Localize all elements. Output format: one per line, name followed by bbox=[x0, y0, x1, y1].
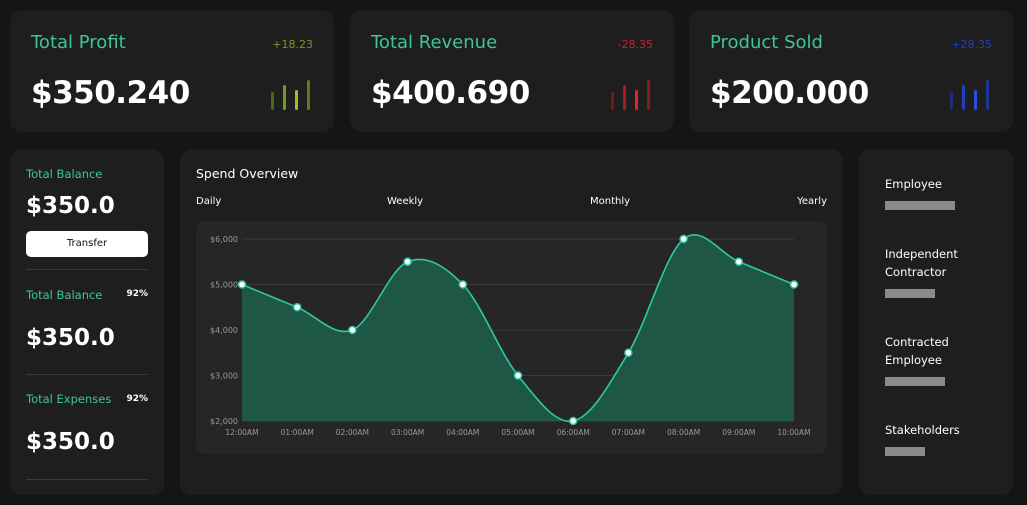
data-point bbox=[568, 416, 578, 426]
period-tab-yearly[interactable]: Yearly bbox=[797, 196, 827, 207]
stat-change: -28.35 bbox=[617, 38, 653, 51]
area-fill bbox=[242, 234, 794, 422]
divider bbox=[26, 269, 148, 270]
data-point bbox=[292, 303, 302, 312]
data-point bbox=[237, 280, 247, 289]
spend-chart: $2,000 $3,000 $4,000 $5,000 $6,000 12:00AM 01:… bbox=[196, 221, 827, 454]
stat-title: Total Revenue bbox=[371, 32, 498, 53]
stat-change: +18.23 bbox=[272, 38, 313, 51]
expenses-percent: 92% bbox=[126, 394, 148, 404]
data-point bbox=[789, 280, 799, 289]
legend-label-contracted-employee: Contracted Employee bbox=[885, 335, 949, 367]
x-tick-label: 06:00AM bbox=[557, 428, 590, 437]
data-point bbox=[624, 348, 633, 357]
x-tick-label: 10:00AM bbox=[777, 428, 810, 437]
data-point bbox=[734, 257, 744, 266]
legend-label-stakeholders: Stakeholders bbox=[885, 423, 960, 437]
bar-chart-icon bbox=[611, 80, 650, 110]
data-point bbox=[679, 234, 688, 244]
x-tick-label: 08:00AM bbox=[667, 428, 700, 437]
total-balance-value-2: $350.0 bbox=[26, 325, 115, 351]
y-tick-label: $3,000 bbox=[210, 372, 238, 381]
legend-bar-employee bbox=[885, 201, 955, 210]
total-balance-label: Total Balance bbox=[26, 167, 103, 181]
stat-card-revenue: Total Revenue -28.35 $400.690 bbox=[350, 10, 674, 132]
total-expenses-value: $350.0 bbox=[26, 429, 115, 455]
stat-card-profit: Total Profit +18.23 $350.240 bbox=[10, 10, 334, 132]
transfer-button[interactable]: Transfer bbox=[26, 231, 148, 257]
total-expenses-label: Total Expenses bbox=[26, 392, 112, 406]
data-point bbox=[458, 280, 468, 289]
stat-value: $350.240 bbox=[31, 75, 190, 111]
spend-chart-svg: $2,000 $3,000 $4,000 $5,000 $6,000 12:00AM 01:… bbox=[210, 234, 811, 437]
x-tick-label: 12:00AM bbox=[225, 428, 258, 437]
spend-overview-panel: Spend Overview Daily Weekly Monthly Year… bbox=[180, 149, 843, 495]
y-tick-label: $4,000 bbox=[210, 326, 238, 335]
divider bbox=[26, 479, 148, 480]
y-tick-label: $6,000 bbox=[210, 235, 238, 244]
x-tick-label: 02:00AM bbox=[336, 428, 369, 437]
data-point bbox=[403, 257, 412, 266]
spend-overview-title: Spend Overview bbox=[196, 166, 299, 181]
stat-card-products: Product Sold +28.35 $200.000 bbox=[689, 10, 1013, 132]
bar-chart-icon bbox=[271, 80, 310, 110]
legend-bar-independent-contractor bbox=[885, 289, 935, 298]
data-point bbox=[513, 371, 523, 380]
y-tick-label: $5,000 bbox=[210, 281, 238, 290]
stat-title: Total Profit bbox=[31, 32, 126, 53]
x-tick-label: 01:00AM bbox=[281, 428, 314, 437]
period-tab-daily[interactable]: Daily bbox=[196, 196, 221, 207]
legend-label-independent-contractor: Independent Contractor bbox=[885, 247, 958, 279]
x-tick-label: 04:00AM bbox=[446, 428, 479, 437]
stat-title: Product Sold bbox=[710, 32, 823, 53]
data-point bbox=[348, 325, 357, 335]
legend-label-employee: Employee bbox=[885, 177, 942, 191]
legend-panel: Employee Independent Contractor Contract… bbox=[859, 149, 1013, 495]
legend-bar-contracted-employee bbox=[885, 377, 945, 386]
balance-percent: 92% bbox=[126, 289, 148, 299]
stat-value: $400.690 bbox=[371, 75, 530, 111]
stat-change: +28.35 bbox=[951, 38, 992, 51]
x-tick-label: 07:00AM bbox=[612, 428, 645, 437]
divider bbox=[26, 374, 148, 375]
x-tick-label: 09:00AM bbox=[722, 428, 755, 437]
period-tab-weekly[interactable]: Weekly bbox=[387, 196, 423, 207]
x-tick-label: 05:00AM bbox=[501, 428, 534, 437]
period-tab-monthly[interactable]: Monthly bbox=[590, 196, 630, 207]
legend-bar-stakeholders bbox=[885, 447, 925, 456]
bar-chart-icon bbox=[950, 80, 989, 110]
stat-value: $200.000 bbox=[710, 75, 869, 111]
total-balance-label-2: Total Balance bbox=[26, 288, 103, 302]
balance-panel: Total Balance $350.0 Transfer Total Bala… bbox=[10, 149, 164, 495]
total-balance-value: $350.0 bbox=[26, 193, 115, 219]
y-tick-label: $2,000 bbox=[210, 417, 238, 426]
x-tick-label: 03:00AM bbox=[391, 428, 424, 437]
